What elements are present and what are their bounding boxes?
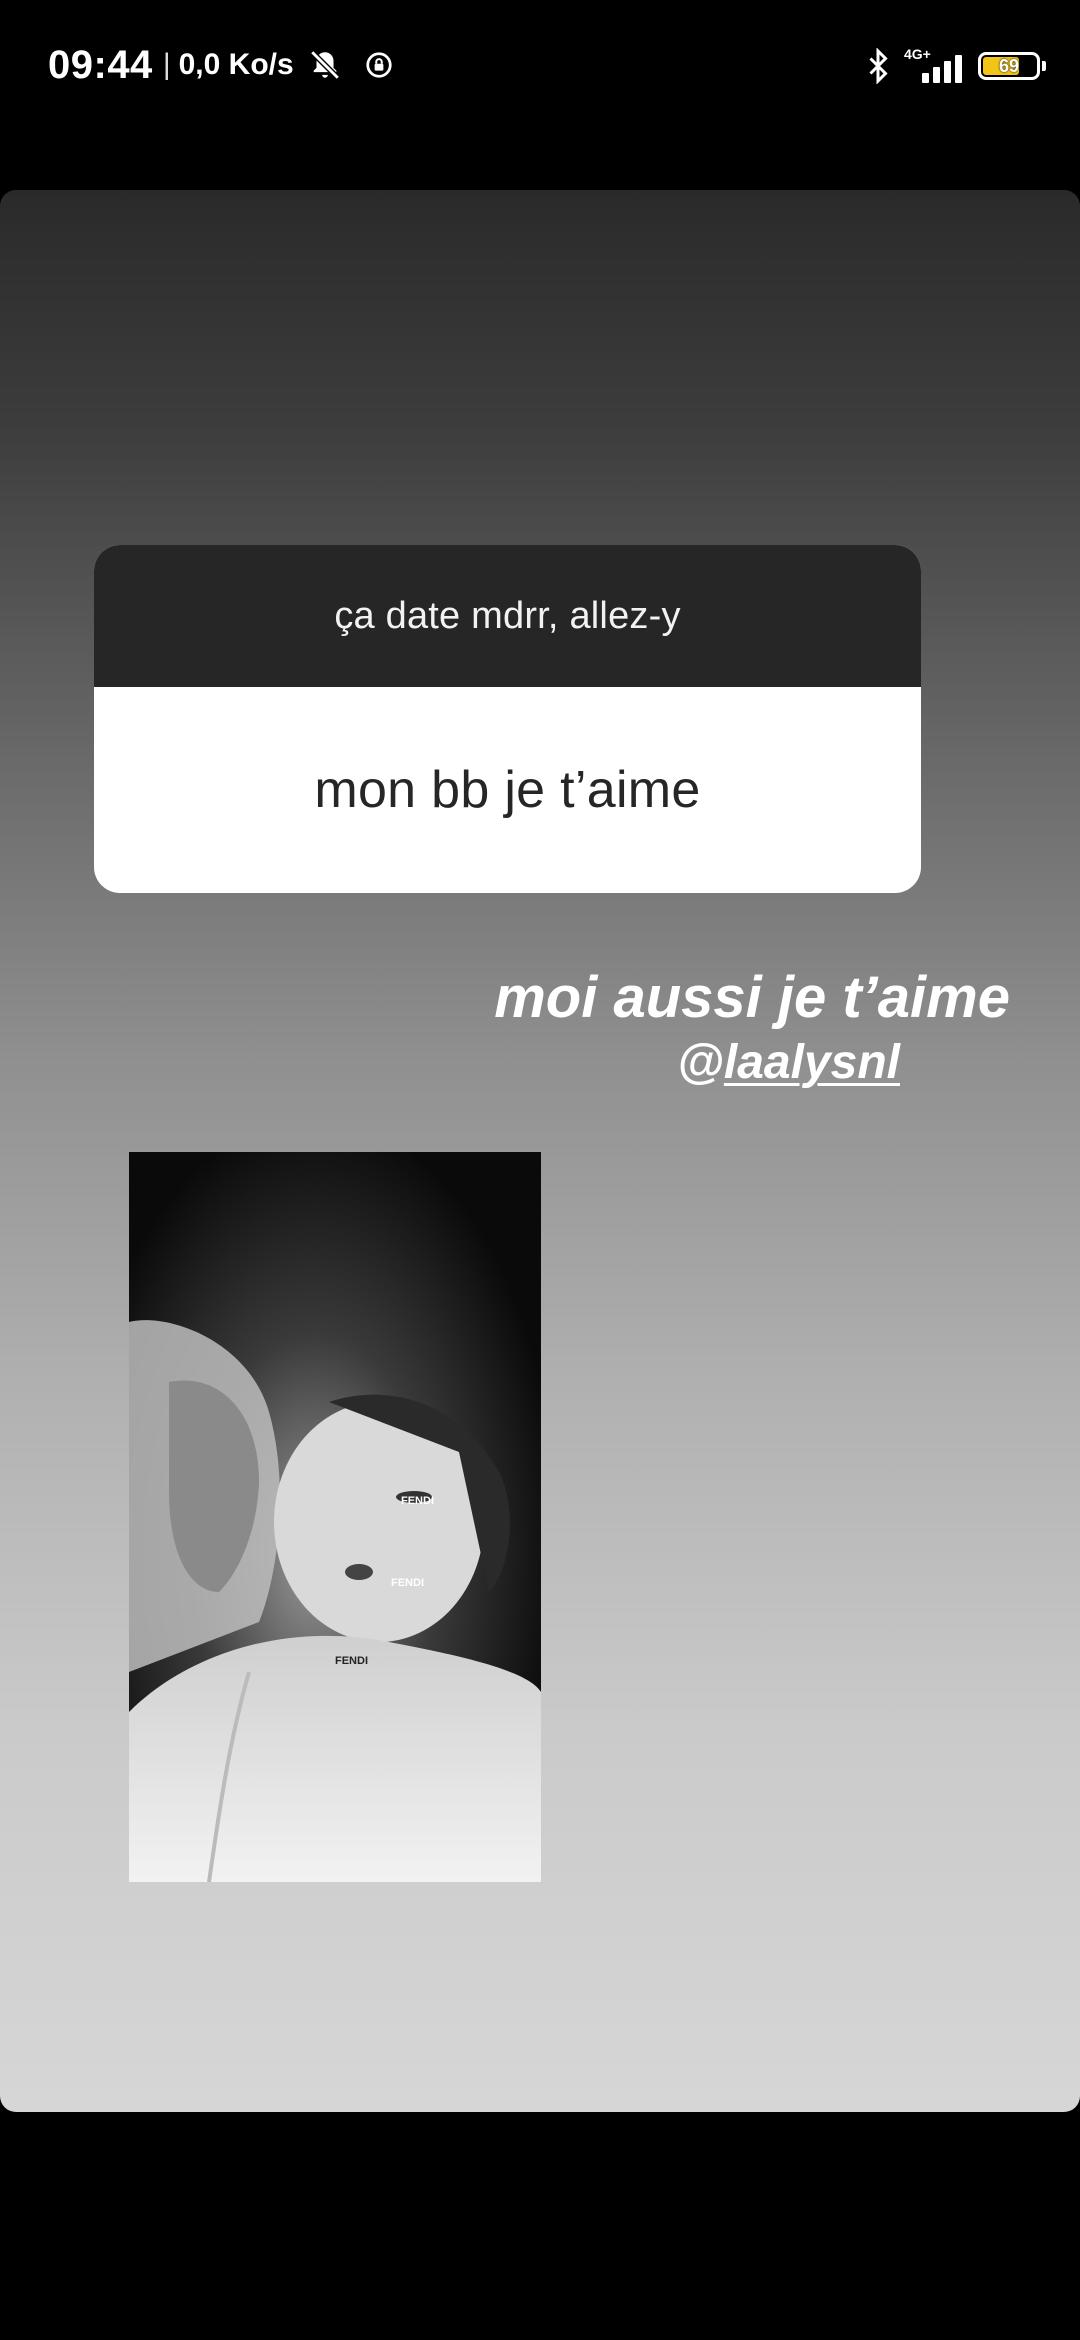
- question-sticker-body: mon bb je t’aime: [94, 687, 921, 893]
- signal-icon: 4G+: [904, 47, 962, 85]
- network-speed: 0,0 Ko/s: [178, 48, 294, 81]
- clock: 09:44: [48, 42, 153, 87]
- caption-text: moi aussi je t’aime: [494, 965, 1010, 1030]
- story-caption: moi aussi je t’aime @laalysnl: [390, 965, 1010, 1093]
- question-sticker[interactable]: ça date mdrr, allez-y mon bb je t’aime: [94, 545, 921, 893]
- status-separator: |: [162, 48, 171, 81]
- rotation-lock-icon: [364, 50, 394, 80]
- battery-level: 69: [998, 56, 1020, 76]
- question-prompt: ça date mdrr, allez-y: [334, 594, 681, 637]
- status-bar: 09:44 | 0,0 Ko/s 4G+ 69: [0, 0, 1080, 130]
- question-answer: mon bb je t’aime: [314, 761, 701, 819]
- story-photo: FENDI FENDI FENDI: [129, 1152, 541, 1882]
- story-view[interactable]: ça date mdrr, allez-y mon bb je t’aime m…: [0, 190, 1080, 2112]
- mention-prefix: @: [677, 1036, 724, 1089]
- fendi-label: FENDI: [391, 1577, 424, 1589]
- mention[interactable]: @laalysnl: [390, 1033, 1010, 1093]
- bell-off-icon: [308, 48, 342, 82]
- bluetooth-icon: [866, 48, 890, 84]
- status-bar-left: 09:44 | 0,0 Ko/s: [48, 38, 394, 92]
- mention-username[interactable]: laalysnl: [724, 1036, 900, 1089]
- fendi-label: FENDI: [335, 1655, 368, 1667]
- question-sticker-header: ça date mdrr, allez-y: [94, 545, 921, 687]
- battery-icon: 69: [978, 52, 1046, 80]
- status-bar-right: 4G+ 69: [852, 44, 1046, 88]
- fendi-label: FENDI: [401, 1495, 434, 1507]
